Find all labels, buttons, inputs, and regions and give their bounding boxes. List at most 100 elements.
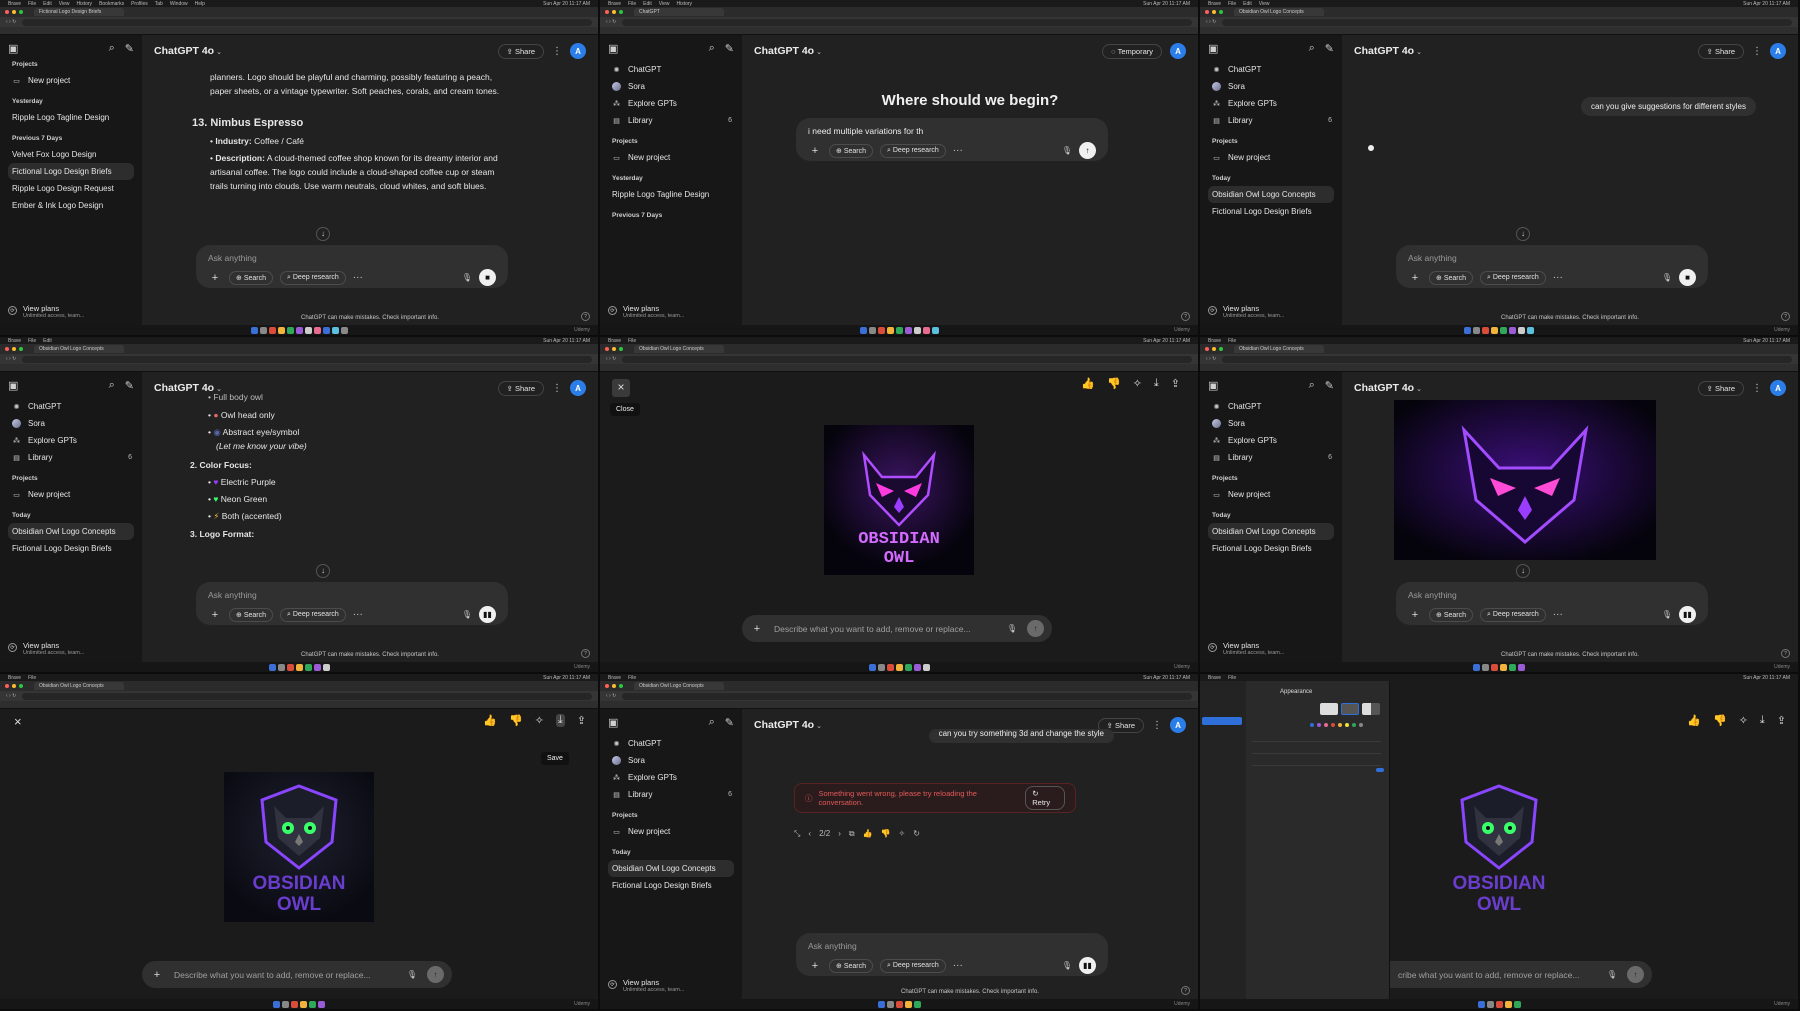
avatar[interactable]: A bbox=[1770, 43, 1786, 59]
dock-app-icon[interactable] bbox=[1500, 663, 1507, 671]
new-chat-icon[interactable]: ✎ bbox=[1325, 42, 1334, 55]
sidebar-item-chatgpt[interactable]: ✺ ChatGPT bbox=[1208, 61, 1334, 78]
view-plans[interactable]: ⟳ View plans Unlimited access, team... bbox=[608, 978, 684, 993]
new-project[interactable]: ▭ New project bbox=[608, 149, 734, 166]
search-icon[interactable]: ⌕ bbox=[109, 42, 115, 55]
tools-more-icon[interactable]: ··· bbox=[953, 145, 963, 156]
browser-tab[interactable]: Obsidian Owl Logo Concepts bbox=[634, 682, 724, 690]
avatar[interactable]: A bbox=[1770, 380, 1786, 396]
maximize-window-icon[interactable] bbox=[19, 347, 23, 351]
close-window-icon[interactable] bbox=[5, 347, 9, 351]
plus-icon[interactable]: + bbox=[808, 145, 822, 157]
close-window-icon[interactable] bbox=[605, 347, 609, 351]
dock-app-icon[interactable] bbox=[1500, 326, 1507, 334]
scroll-down-icon[interactable]: ↓ bbox=[316, 564, 330, 578]
composer-input[interactable]: Ask anything bbox=[208, 588, 496, 606]
menu-edit[interactable]: Edit bbox=[643, 1, 652, 7]
nav-arrows-icon[interactable]: ‹ › ↻ bbox=[1206, 19, 1216, 25]
dock-app-icon[interactable] bbox=[877, 1000, 885, 1008]
dock-app-icon[interactable] bbox=[904, 663, 912, 671]
new-chat-icon[interactable]: ✎ bbox=[125, 379, 134, 392]
menu-file[interactable]: File bbox=[1228, 1, 1236, 7]
mic-icon[interactable]: 🎙 bbox=[462, 273, 472, 282]
edit-image-icon[interactable]: ✧ bbox=[1739, 714, 1748, 727]
url-field[interactable] bbox=[22, 18, 592, 26]
dock-app-icon[interactable] bbox=[913, 1000, 921, 1008]
sidebar-item-library[interactable]: ▤ Library 6 bbox=[1208, 449, 1334, 466]
share-icon[interactable]: ⇪ bbox=[1171, 377, 1180, 390]
dock-app-icon[interactable] bbox=[1473, 663, 1480, 671]
chat-item[interactable]: Ripple Logo Tagline Design bbox=[8, 109, 134, 126]
dock-app-icon[interactable] bbox=[313, 663, 321, 671]
dock-app-icon[interactable] bbox=[313, 326, 321, 334]
menu-file[interactable]: File bbox=[628, 338, 636, 344]
download-icon[interactable]: ⤓ bbox=[1154, 377, 1159, 390]
accent-swatch[interactable] bbox=[1359, 723, 1363, 727]
dock-app-icon[interactable] bbox=[1509, 663, 1516, 671]
deep-research-button[interactable]: ⌕ Deep research bbox=[280, 607, 346, 622]
nav-arrows-icon[interactable]: ‹ › ↻ bbox=[606, 356, 616, 362]
sidebar-item-explore[interactable]: ⁂ Explore GPTs bbox=[608, 769, 734, 786]
nav-arrows-icon[interactable]: ‹ › ↻ bbox=[6, 19, 16, 25]
voice-button[interactable]: ▮▮ bbox=[479, 606, 496, 623]
chat-item[interactable]: Ember & Ink Logo Design bbox=[8, 197, 134, 214]
chat-item[interactable]: Ripple Logo Tagline Design bbox=[608, 186, 734, 203]
stop-button[interactable]: ■ bbox=[479, 269, 496, 286]
browser-tab[interactable]: Obsidian Owl Logo Concepts bbox=[1234, 8, 1324, 16]
dock-app-icon[interactable] bbox=[250, 326, 258, 334]
sidebar-toggle-icon[interactable]: ▣ bbox=[8, 42, 18, 55]
composer-input[interactable]: Ask anything bbox=[1408, 588, 1696, 606]
search-icon[interactable]: ⌕ bbox=[109, 379, 115, 392]
minimize-window-icon[interactable] bbox=[12, 684, 16, 688]
dock-app-icon[interactable] bbox=[1486, 1000, 1494, 1008]
menu-file[interactable]: File bbox=[1228, 675, 1236, 681]
new-chat-icon[interactable]: ✎ bbox=[125, 42, 134, 55]
share-icon[interactable]: ⇪ bbox=[1777, 714, 1786, 727]
search-button[interactable]: ⊕ Search bbox=[829, 143, 873, 158]
scroll-down-icon[interactable]: ↓ bbox=[316, 227, 330, 241]
share-button[interactable]: ⇪ Share bbox=[1697, 380, 1744, 396]
new-project[interactable]: ▭ New project bbox=[1208, 149, 1334, 166]
dock-app-icon[interactable] bbox=[286, 663, 294, 671]
sidebar-item-chatgpt[interactable]: ✺ ChatGPT bbox=[8, 398, 134, 415]
accent-swatch[interactable] bbox=[1345, 723, 1349, 727]
browser-tab[interactable]: Obsidian Owl Logo Concepts bbox=[634, 345, 724, 353]
edit-image-icon[interactable]: ✧ bbox=[1133, 377, 1142, 390]
view-plans[interactable]: ⟳ View plans Unlimited access, team... bbox=[8, 641, 84, 656]
toggle-switch[interactable] bbox=[1376, 768, 1384, 772]
maximize-window-icon[interactable] bbox=[619, 347, 623, 351]
dock-app-icon[interactable] bbox=[277, 326, 285, 334]
sidebar-item-sora[interactable]: Sora bbox=[608, 78, 734, 95]
help-icon[interactable]: ? bbox=[1181, 986, 1190, 995]
share-button[interactable]: ⇪ Share bbox=[1697, 43, 1744, 59]
browser-tab[interactable]: Obsidian Owl Logo Concepts bbox=[34, 345, 124, 353]
maximize-window-icon[interactable] bbox=[19, 10, 23, 14]
avatar[interactable]: A bbox=[1170, 717, 1186, 733]
new-project[interactable]: ▭ New project bbox=[8, 72, 134, 89]
url-field[interactable] bbox=[1222, 355, 1792, 363]
dock-app-icon[interactable] bbox=[1513, 1000, 1521, 1008]
close-window-icon[interactable] bbox=[1205, 347, 1209, 351]
minimize-window-icon[interactable] bbox=[612, 347, 616, 351]
chat-item[interactable]: Fictional Logo Design Briefs bbox=[1208, 540, 1334, 557]
deep-research-button[interactable]: ⌕ Deep research bbox=[1480, 607, 1546, 622]
scroll-down-icon[interactable]: ↓ bbox=[1516, 564, 1530, 578]
dock-app-icon[interactable] bbox=[295, 326, 303, 334]
chat-item[interactable]: Fictional Logo Design Briefs bbox=[1208, 203, 1334, 220]
next-icon[interactable]: › bbox=[838, 829, 841, 839]
search-button[interactable]: ⊕ Search bbox=[229, 607, 273, 622]
auto-mode-option[interactable] bbox=[1362, 703, 1380, 715]
menu-history[interactable]: History bbox=[77, 1, 93, 7]
dock-app-icon[interactable] bbox=[1504, 1000, 1512, 1008]
more-icon[interactable]: ⋮ bbox=[552, 383, 562, 394]
minimize-window-icon[interactable] bbox=[612, 684, 616, 688]
thumbs-down-icon[interactable]: 👎 bbox=[509, 714, 523, 727]
dock-app-icon[interactable] bbox=[904, 1000, 912, 1008]
search-button[interactable]: ⊕ Search bbox=[1429, 607, 1473, 622]
browser-tab[interactable]: ChatGPT bbox=[634, 8, 724, 16]
scroll-down-icon[interactable]: ↓ bbox=[1516, 227, 1530, 241]
sidebar-item-explore[interactable]: ⁂ Explore GPTs bbox=[608, 95, 734, 112]
dock-app-icon[interactable] bbox=[868, 326, 876, 334]
search-button[interactable]: ⊕ Search bbox=[1429, 270, 1473, 285]
plus-icon[interactable]: + bbox=[150, 969, 164, 981]
